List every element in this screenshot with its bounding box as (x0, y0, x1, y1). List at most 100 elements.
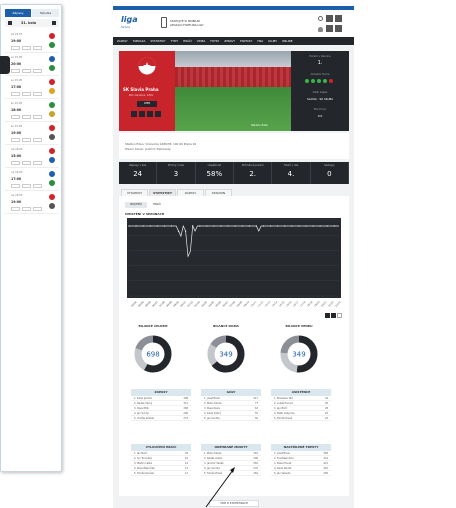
placement-point (248, 225, 250, 227)
odds-box[interactable] (11, 138, 20, 142)
next-round-icon[interactable] (52, 21, 56, 25)
nav-item-11[interactable]: ONLINE (282, 39, 293, 43)
odds-box[interactable] (11, 115, 20, 119)
search-icon[interactable] (318, 16, 323, 21)
club-address: Stadion Eden, Vršovická 1489/78, 100 00 … (125, 142, 197, 146)
nav-item-0[interactable]: ZÁPASY (117, 39, 128, 43)
home-team-icon (49, 33, 55, 39)
chart-prev-icon[interactable] (325, 313, 330, 318)
odds-box[interactable] (22, 69, 31, 73)
twitter-icon[interactable] (326, 25, 333, 32)
match-item[interactable]: so 15.05 20:00 (5, 54, 59, 76)
nav-item-4[interactable]: HRÁČI (183, 39, 192, 43)
odds-box[interactable] (11, 46, 20, 50)
odds-box[interactable] (11, 92, 20, 96)
facebook-icon[interactable] (326, 15, 333, 22)
odds-row (11, 115, 45, 119)
match-item[interactable]: ne 16.05 19:00 (5, 192, 59, 214)
club-twitter-icon[interactable] (139, 111, 145, 117)
match-item[interactable]: so 15.05 18:00 (5, 100, 59, 122)
nav-item-7[interactable]: ZPRÁVY (224, 39, 235, 43)
prev-round-icon[interactable] (8, 21, 12, 25)
away-team-icon (49, 180, 55, 186)
odds-box[interactable] (33, 184, 42, 188)
nav-item-9[interactable]: HRA (257, 39, 263, 43)
match-item[interactable]: so 15.05 19:00 (5, 123, 59, 145)
donut-graphic: 349 (207, 335, 245, 373)
odds-box[interactable] (33, 46, 42, 50)
table-row[interactable]: 5. Jan Kuchta 50 (201, 416, 261, 421)
club-facebook-icon[interactable] (131, 111, 137, 117)
sidebar-handle[interactable] (0, 56, 10, 74)
placement-point (177, 230, 180, 232)
tab-table[interactable]: Tabulka (32, 9, 59, 17)
placement-point (163, 225, 165, 227)
club-instagram-icon[interactable] (147, 111, 153, 117)
donut-graphic: 698 (134, 335, 172, 373)
instagram-icon[interactable] (335, 15, 342, 22)
donut-chart: BILANCE CELKEM 698 (133, 324, 173, 378)
x-tick-label: 05/06 (215, 300, 222, 307)
tab-matches[interactable]: Zápasy (5, 9, 31, 17)
odds-box[interactable] (33, 207, 42, 211)
odds-box[interactable] (11, 161, 20, 165)
chart-next-icon[interactable] (331, 313, 336, 318)
odds-box[interactable] (22, 184, 31, 188)
odds-box[interactable] (33, 138, 42, 142)
placement-point (333, 225, 335, 227)
nav-item-6[interactable]: FOTKY (210, 39, 219, 43)
odds-box[interactable] (33, 161, 42, 165)
odds-box[interactable] (22, 207, 31, 211)
subtab-players[interactable]: HRÁČI (148, 202, 166, 208)
nav-item-5[interactable]: VIDEA (197, 39, 206, 43)
match-item[interactable]: ne 16.05 15:00 (5, 146, 59, 168)
match-time: 15:00 (11, 154, 22, 158)
chart-more-icon[interactable] (337, 313, 342, 318)
x-tick-label: 10/11 (250, 300, 257, 307)
club-youtube-icon[interactable] (155, 111, 161, 117)
x-tick-label: 97/98 (159, 300, 166, 307)
nav-item-10[interactable]: KLUBY (268, 39, 277, 43)
promo-line-2[interactable]: APLIKACI FORTUNA:LIGY (170, 23, 204, 27)
away-team-icon (49, 157, 55, 163)
odds-box[interactable] (33, 115, 42, 119)
stat-item: Sestupy 0 (311, 162, 349, 184)
odds-box[interactable] (11, 69, 20, 73)
odds-box[interactable] (22, 46, 31, 50)
user-icon[interactable] (318, 27, 323, 32)
logo-text: liga (121, 15, 138, 24)
table-row[interactable]: 5. Tomáš Holeš 22 (271, 416, 331, 421)
match-item[interactable]: po 24.05 19:00 (5, 31, 59, 53)
odds-box[interactable] (33, 69, 42, 73)
match-item[interactable]: ne 16.05 17:00 (5, 169, 59, 191)
youtube-icon[interactable] (335, 25, 342, 32)
nav-item-8[interactable]: FANTASY (240, 39, 252, 43)
odds-box[interactable] (22, 115, 31, 119)
placement-point (291, 225, 293, 227)
club-founded: Rok založení: 1892 (129, 94, 154, 97)
odds-box[interactable] (33, 92, 42, 96)
nav-item-3[interactable]: TÝMY (171, 39, 179, 43)
match-date: so 15.05 (11, 125, 23, 128)
nav-item-1[interactable]: TABULKA (133, 39, 146, 43)
liga-logo[interactable]: liga fortuna (121, 15, 139, 32)
match-date: ne 16.05 (11, 171, 23, 174)
nav-item-2[interactable]: STATISTIKY (150, 39, 165, 43)
odds-box[interactable] (11, 184, 20, 188)
table-row[interactable]: 5. Tomáš Souček 12 (131, 471, 191, 476)
odds-box[interactable] (22, 161, 31, 165)
odds-box[interactable] (11, 207, 20, 211)
odds-row (11, 138, 45, 142)
match-item[interactable]: so 15.05 17:00 (5, 77, 59, 99)
odds-box[interactable] (22, 92, 31, 96)
table-row[interactable]: 5. Ondřej Kúdela 272 (131, 416, 191, 421)
subtab-best[interactable]: NEJLEPŠÍ (125, 202, 147, 208)
round-label: 31. kolo (21, 21, 37, 25)
odds-box[interactable] (22, 138, 31, 142)
club-web-button[interactable]: WEB (137, 101, 157, 107)
table-row[interactable]: 5. Jan Valenta 405 (271, 471, 331, 476)
x-tick-label: 14/15 (278, 300, 285, 307)
next-match-value[interactable]: SLAVIA : SK SIGMA (291, 97, 349, 101)
x-tick-label: 12/13 (264, 300, 271, 307)
round-selector[interactable]: 31. kolo (5, 19, 59, 27)
